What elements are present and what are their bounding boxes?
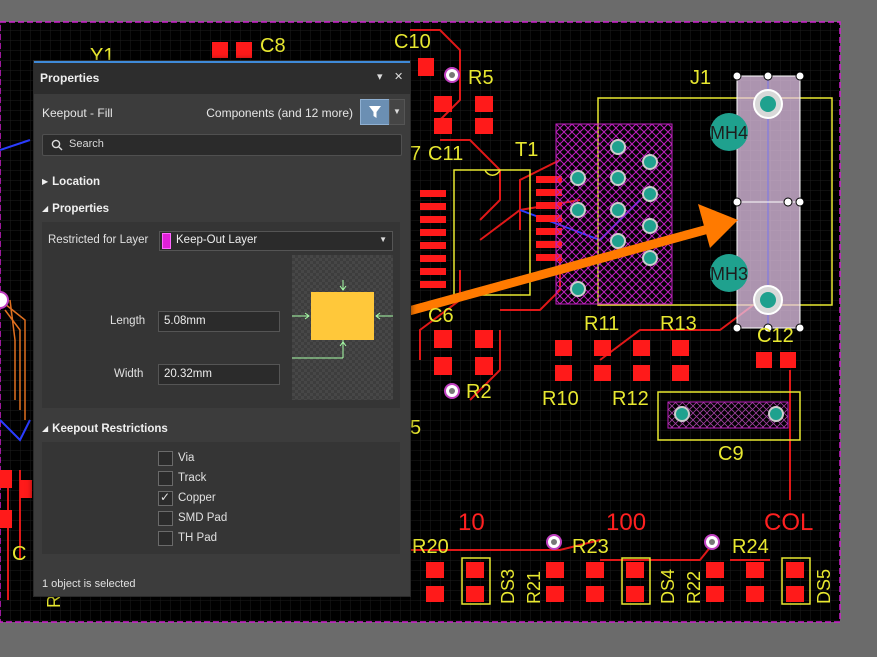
close-icon[interactable]: ✕ [394,70,403,83]
label-mh4: MH4 [710,123,748,143]
layer-color-swatch [162,233,171,249]
label-r21: R21 [524,571,544,604]
filter-dropdown-button[interactable]: ▼ [389,99,405,125]
label-r23: R23 [572,536,609,558]
label-r10: R10 [542,388,579,410]
label-mh3: MH3 [710,264,748,284]
label-ds3: DS3 [498,569,518,604]
label-r12: R12 [612,388,649,410]
label-r13: R13 [660,313,697,335]
label-r22: R22 [684,571,704,604]
copper-checkbox[interactable] [158,490,173,506]
chevron-down-icon: ▼ [393,107,401,116]
label-r24: R24 [732,536,769,558]
label-ds4: DS4 [658,569,678,604]
object-type-row: Keepout - Fill Components (and 12 more) … [34,95,410,127]
section-location-label: Location [52,176,101,188]
label-c6: C6 [428,305,454,327]
search-icon [51,139,63,151]
titlebar-accent [34,61,410,63]
label-c-left: C [12,543,26,565]
width-field[interactable]: 20.32mm [158,364,280,385]
label-c11: C11 [428,143,463,165]
panel-menu-icon[interactable]: ▾ [377,70,383,83]
search-placeholder: Search [69,138,104,150]
label-t1: T1 [515,139,538,161]
restrictions-group [42,442,400,554]
selection-filter-label[interactable]: Components (and 12 more) [206,106,353,120]
label-100: 100 [606,509,646,536]
label-c8: C8 [260,35,286,57]
label-ds5: DS5 [814,569,834,604]
chevron-down-icon: ◢ [42,424,49,433]
track-checkbox[interactable] [158,471,173,486]
status-text: 1 object is selected [42,578,136,590]
chevron-right-icon: ▶ [42,177,49,186]
label-j1: J1 [690,67,711,89]
label-r2: R2 [466,381,492,403]
via-label: Via [178,452,195,464]
section-keepout-restrictions-label: Keepout Restrictions [52,423,168,435]
layer-select-value: Keep-Out Layer [176,234,258,246]
length-label: Length [110,315,146,327]
section-location[interactable]: ▶ Location [42,176,100,188]
fill-preview-diagram [292,255,393,400]
object-type-label: Keepout - Fill [42,106,113,120]
label-r5: R5 [468,67,494,89]
th-pad-label: TH Pad [178,532,217,544]
smd-pad-checkbox[interactable] [158,511,173,526]
panel-title: Properties [40,71,100,85]
label-c9: C9 [718,443,744,465]
label-col: COL [764,509,813,536]
restricted-layer-label: Restricted for Layer [48,234,149,246]
properties-panel: Properties ▾ ✕ Keepout - Fill Components… [33,60,411,597]
filter-icon [369,106,381,118]
width-label: Width [114,368,144,380]
width-value: 20.32mm [164,368,212,380]
label-r20: R20 [412,536,449,558]
chevron-down-icon: ▼ [379,235,387,244]
copper-label: Copper [178,492,216,504]
smd-pad-label: SMD Pad [178,512,228,524]
length-field[interactable]: 5.08mm [158,311,280,332]
label-r11: R11 [584,313,619,335]
label-10: 10 [458,509,485,536]
label-5: 5 [410,417,421,439]
section-properties[interactable]: ◢ Properties [42,203,109,215]
layer-select[interactable]: Keep-Out Layer ▼ [159,231,393,251]
panel-titlebar[interactable]: Properties ▾ ✕ [34,61,410,94]
section-keepout-restrictions[interactable]: ◢ Keepout Restrictions [42,423,168,435]
label-c10: C10 [394,31,431,53]
th-pad-checkbox[interactable] [158,531,173,546]
track-label: Track [178,472,207,484]
chevron-down-icon: ◢ [42,204,49,213]
length-value: 5.08mm [164,315,206,327]
section-properties-label: Properties [52,203,110,215]
search-input[interactable]: Search [42,134,402,156]
label-c12: C12 [757,325,794,347]
filter-button[interactable] [360,99,390,125]
via-checkbox[interactable] [158,451,173,466]
label-7: 7 [410,143,421,165]
